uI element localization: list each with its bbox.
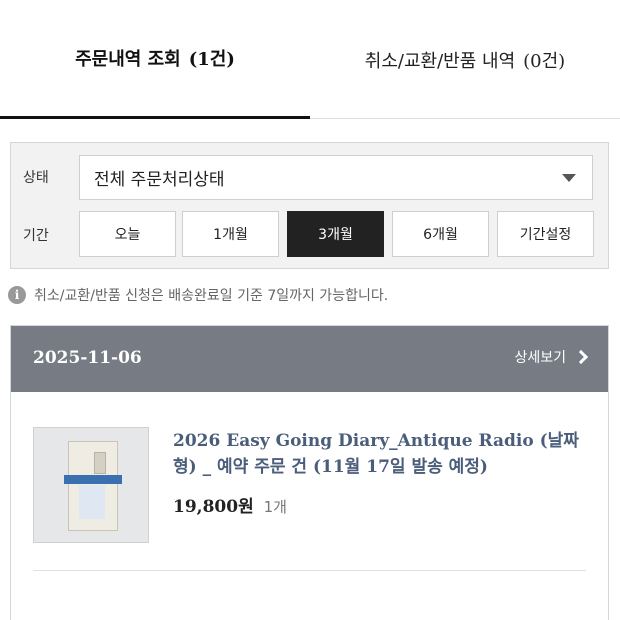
product-price: 19,800 — [173, 497, 239, 517]
product-quantity: 1개 — [263, 498, 287, 516]
divider — [33, 570, 586, 571]
order-detail-label: 상세보기 — [514, 350, 566, 366]
notice-text: 취소/교환/반품 신청은 배송완료일 기준 7일까지 가능합니다. — [34, 288, 389, 304]
order-date: 2025-11-06 — [33, 348, 142, 368]
order-detail-link[interactable]: 상세보기 — [514, 347, 589, 367]
order-card: 2025-11-06 상세보기 2026 Easy Going Diary_An… — [10, 325, 609, 620]
chevron-down-icon — [562, 174, 576, 182]
product-price-row: 19,800원 1개 — [173, 492, 287, 517]
period-today-button[interactable]: 오늘 — [79, 211, 176, 257]
period-6month-button[interactable]: 6개월 — [392, 211, 489, 257]
status-select-value: 전체 주문처리상태 — [94, 170, 225, 190]
period-1month-button[interactable]: 1개월 — [182, 211, 279, 257]
chevron-right-icon — [573, 349, 589, 365]
info-icon: i — [8, 286, 26, 304]
period-3month-button[interactable]: 3개월 — [287, 211, 384, 257]
product-name[interactable]: 2026 Easy Going Diary_Antique Radio (날짜형… — [173, 428, 593, 480]
price-unit: 원 — [238, 497, 254, 517]
tab-order-history-count: (1건) — [188, 49, 235, 70]
tab-cancel-return-count: (0건) — [523, 50, 566, 72]
tab-order-history[interactable]: 주문내역 조회 (1건) — [0, 0, 310, 119]
period-label: 기간 — [23, 228, 49, 244]
status-label: 상태 — [23, 170, 49, 186]
status-select[interactable]: 전체 주문처리상태 — [79, 155, 593, 200]
diary-tag-image — [94, 452, 106, 474]
period-custom-button[interactable]: 기간설정 — [497, 211, 594, 257]
diary-label-image — [79, 485, 105, 519]
order-filter-panel: 상태 전체 주문처리상태 기간 오늘 1개월 3개월 6개월 기간설정 — [10, 142, 609, 269]
return-policy-notice: i 취소/교환/반품 신청은 배송완료일 기준 7일까지 가능합니다. — [8, 285, 388, 305]
tab-order-history-label: 주문내역 조회 — [75, 49, 181, 70]
order-tabs: 주문내역 조회 (1건) 취소/교환/반품 내역 (0건) — [0, 0, 620, 119]
diary-band-image — [64, 475, 122, 484]
tab-cancel-return-label: 취소/교환/반품 내역 — [364, 50, 516, 72]
order-header: 2025-11-06 상세보기 — [11, 326, 608, 392]
product-thumbnail[interactable] — [33, 427, 149, 543]
tab-cancel-return-history[interactable]: 취소/교환/반품 내역 (0건) — [310, 0, 620, 119]
